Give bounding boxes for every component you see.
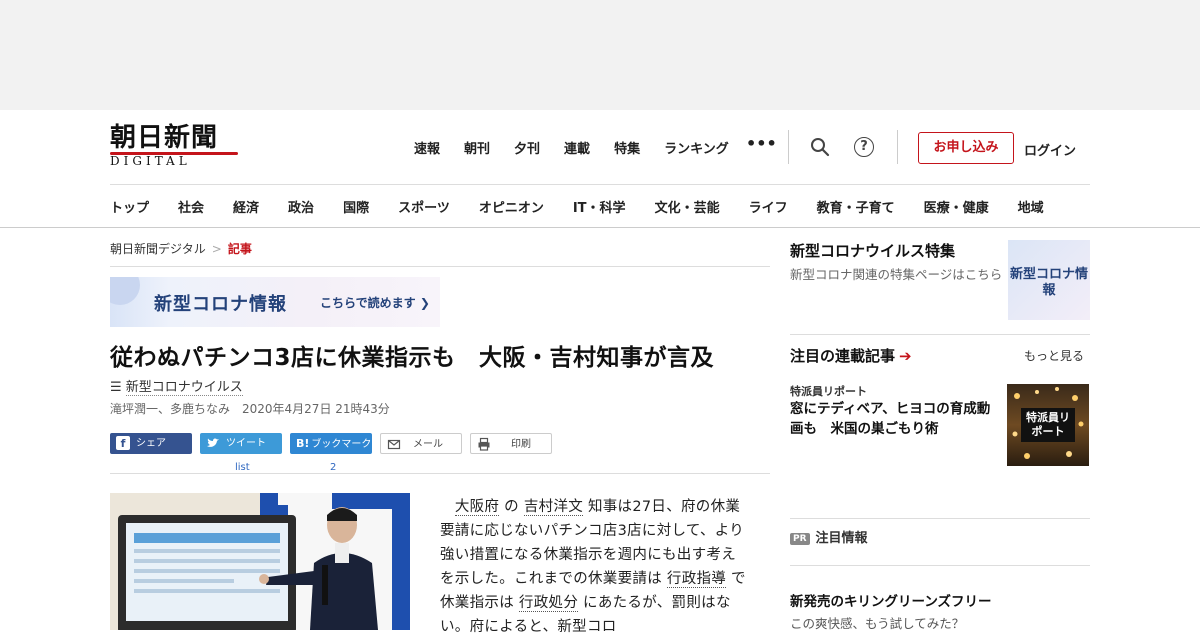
top-nav: 速報 朝刊 夕刊 連載 特集 ランキング (414, 138, 753, 157)
site-logo[interactable]: 朝日新聞 DIGITAL (110, 124, 240, 170)
cat-culture[interactable]: 文化・芸能 (655, 197, 720, 216)
topnav-rensai[interactable]: 連載 (564, 138, 590, 157)
link-yoshimura[interactable]: 吉村洋文 (523, 499, 584, 516)
cat-opinion[interactable]: オピニオン (479, 197, 544, 216)
series-heading-text: 注目の連載記事 (790, 347, 896, 365)
cat-international[interactable]: 国際 (343, 197, 369, 216)
category-nav: トップ 社会 経済 政治 国際 スポーツ オピニオン IT・科学 文化・芸能 ラ… (110, 197, 1044, 216)
subscribe-button[interactable]: お申し込み (918, 132, 1014, 164)
twitter-share-button[interactable]: ツイート list (200, 433, 282, 473)
pr-heading-text: 注目情報 (815, 531, 868, 546)
body-text-segment: の (499, 499, 524, 515)
banner-cta: こちらで読めます ❯ (320, 296, 430, 310)
printer-icon (478, 437, 490, 451)
breadcrumb-home[interactable]: 朝日新聞デジタル (110, 242, 206, 256)
banner-decoration (110, 277, 140, 305)
twitter-share-label: ツイート (226, 438, 266, 449)
twitter-bird-icon (207, 438, 219, 447)
banner-title: 新型コロナ情報 (154, 294, 287, 315)
facebook-icon: f (116, 436, 130, 450)
cat-life[interactable]: ライフ (749, 197, 788, 216)
logo-kanji: 朝日新聞 (110, 123, 219, 153)
cat-education[interactable]: 教育・子育て (817, 197, 895, 216)
series-section-heading[interactable]: 注目の連載記事 ➔ (790, 345, 912, 366)
hatena-count[interactable]: 2 (330, 457, 336, 478)
topnav-yuukan[interactable]: 夕刊 (514, 138, 540, 157)
cat-politics[interactable]: 政治 (288, 197, 314, 216)
pr-description: この爽快感、もう試してみた？ (790, 616, 965, 631)
topnav-choukan[interactable]: 朝刊 (464, 138, 490, 157)
cat-it-science[interactable]: IT・科学 (573, 197, 626, 216)
cat-sports[interactable]: スポーツ (398, 197, 450, 216)
article-photo[interactable] (110, 493, 410, 630)
cat-economy[interactable]: 経済 (233, 197, 259, 216)
article-body: 大阪府 の 吉村洋文 知事は27日、府の休業要請に応じないパチンコ店3店に対して… (440, 495, 750, 639)
feature-title: 新型コロナウイルス特集 (790, 242, 956, 260)
topnav-tokushu[interactable]: 特集 (614, 138, 640, 157)
header-divider (788, 130, 789, 164)
breadcrumb: 朝日新聞デジタル > 記事 (110, 240, 252, 257)
link-osaka-pref[interactable]: 大阪府 (454, 499, 500, 516)
facebook-share-button[interactable]: f シェア (110, 433, 192, 454)
pr-article-link[interactable]: 新発売のキリングリーンズフリー (790, 590, 992, 610)
mail-share-button[interactable]: メール (380, 433, 462, 454)
site-header: 朝日新聞 DIGITAL 速報 朝刊 夕刊 連載 特集 ランキング ••• ? … (0, 110, 1200, 228)
sidebar-rule (790, 518, 1090, 519)
topnav-sokuho[interactable]: 速報 (414, 138, 440, 157)
print-button[interactable]: 印刷 (470, 433, 552, 454)
see-more-link[interactable]: もっと見る (1024, 347, 1084, 364)
article-byline: 滝坪潤一、多鹿ちなみ 2020年4月27日 21時43分 (110, 402, 390, 416)
breadcrumb-sep: > (211, 242, 222, 256)
cat-health[interactable]: 医療・健康 (924, 197, 989, 216)
feature-thumbnail: 新型コロナ情報 (1008, 240, 1090, 320)
sidebar-rule (790, 334, 1090, 335)
list-icon: ☰ (110, 380, 122, 395)
help-icon[interactable]: ? (854, 137, 874, 157)
link-gyosei-shobun[interactable]: 行政処分 (518, 595, 579, 612)
pr-section-heading: PR 注目情報 (790, 527, 868, 546)
corona-info-banner[interactable]: 新型コロナ情報 こちらで読めます ❯ (110, 277, 440, 327)
series-article-link[interactable]: 窓にテディベア、ヒヨコの育成動画も 米国の巣ごもり術 (790, 399, 1002, 439)
topnav-ranking[interactable]: ランキング (664, 138, 729, 157)
login-link[interactable]: ログイン (1024, 140, 1076, 159)
header-rule (110, 184, 1090, 185)
article-tag-row: ☰ 新型コロナウイルス (110, 376, 243, 396)
mail-icon (387, 439, 401, 450)
breadcrumb-current: 記事 (227, 242, 252, 256)
arrow-right-icon: ➔ (899, 347, 912, 365)
series-thumbnail[interactable]: 特派員リポート (1007, 384, 1089, 466)
press-conference-image (110, 493, 410, 630)
header-divider (897, 130, 898, 164)
sidebar-rule (790, 565, 1090, 566)
print-label: 印刷 (511, 439, 531, 450)
corona-feature-card[interactable]: 新型コロナウイルス特集 新型コロナ関連の特集ページはこちら 新型コロナ情報 (790, 240, 1090, 320)
feature-description: 新型コロナ関連の特集ページはこちら (790, 267, 1003, 282)
share-rule (110, 473, 770, 474)
series-label: 特派員リポート (790, 385, 867, 398)
hatena-share-label: ブックマーク (311, 439, 372, 450)
series-thumb-badge: 特派員リポート (1021, 408, 1075, 442)
hatena-bookmark-button[interactable]: B! ブックマーク 2 (290, 433, 372, 473)
cat-top[interactable]: トップ (110, 197, 149, 216)
cat-region[interactable]: 地域 (1018, 197, 1044, 216)
breadcrumb-rule (110, 266, 770, 267)
logo-redline (110, 152, 238, 155)
link-gyosei-shido[interactable]: 行政指導 (666, 571, 727, 588)
twitter-count[interactable]: list (235, 457, 250, 478)
article-headline: 従わぬパチンコ3店に休業指示も 大阪・吉村知事が言及 (110, 345, 715, 371)
logo-digital: DIGITAL (110, 154, 191, 168)
article-tag-link[interactable]: 新型コロナウイルス (125, 380, 243, 396)
cat-society[interactable]: 社会 (178, 197, 204, 216)
facebook-share-label: シェア (136, 438, 166, 449)
search-icon[interactable] (810, 137, 830, 157)
more-menu-icon[interactable]: ••• (746, 134, 777, 153)
ad-banner-area (0, 0, 1200, 110)
mail-share-label: メール (413, 439, 443, 450)
hatena-icon: B! (296, 437, 310, 450)
pr-badge: PR (790, 533, 810, 545)
